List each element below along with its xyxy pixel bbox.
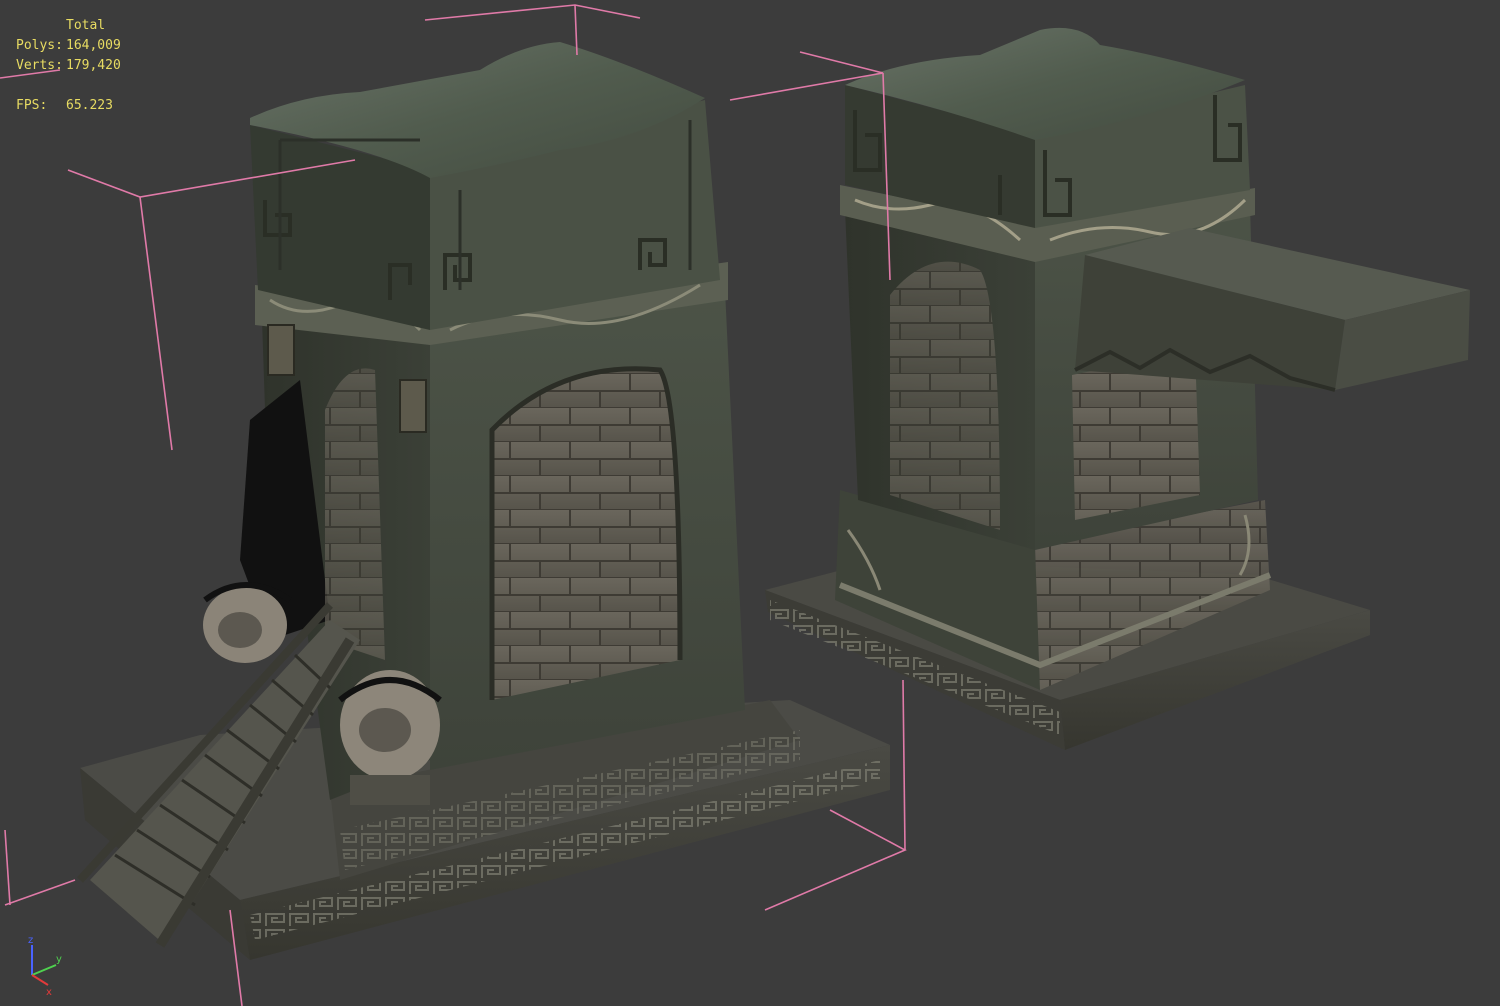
stone-gate-tower-with-stairs[interactable] (77, 42, 890, 960)
left-tower-side-arch (325, 368, 385, 660)
polys-value: 164,009 (66, 38, 121, 53)
fps-value: 65.223 (66, 98, 113, 113)
fps-label: FPS: (16, 98, 48, 113)
right-tower-side-arch (890, 261, 1000, 530)
left-tower-medallion (267, 324, 295, 376)
axis-label-z: z (28, 935, 33, 946)
stone-gate-tower-with-bridge[interactable] (765, 27, 1470, 750)
verts-label: Verts: (16, 58, 63, 73)
scene-render[interactable]: z y x (0, 0, 1500, 1006)
stats-title: Total (66, 18, 106, 33)
polys-label: Polys: (16, 38, 63, 53)
lion-statue (338, 670, 442, 805)
3d-viewport[interactable]: Total Polys: 164,009 Verts: 179,420 FPS: 65… (0, 0, 1500, 1006)
verts-value: 179,420 (66, 58, 121, 73)
axis-label-x: x (46, 987, 52, 998)
axis-gizmo: z y x (28, 935, 62, 998)
left-tower-arch (492, 368, 680, 700)
left-tower-medallion (399, 379, 427, 433)
axis-label-y: y (56, 954, 62, 965)
viewport-statistics: Total Polys: 164,009 Verts: 179,420 FPS: 65… (16, 16, 121, 116)
